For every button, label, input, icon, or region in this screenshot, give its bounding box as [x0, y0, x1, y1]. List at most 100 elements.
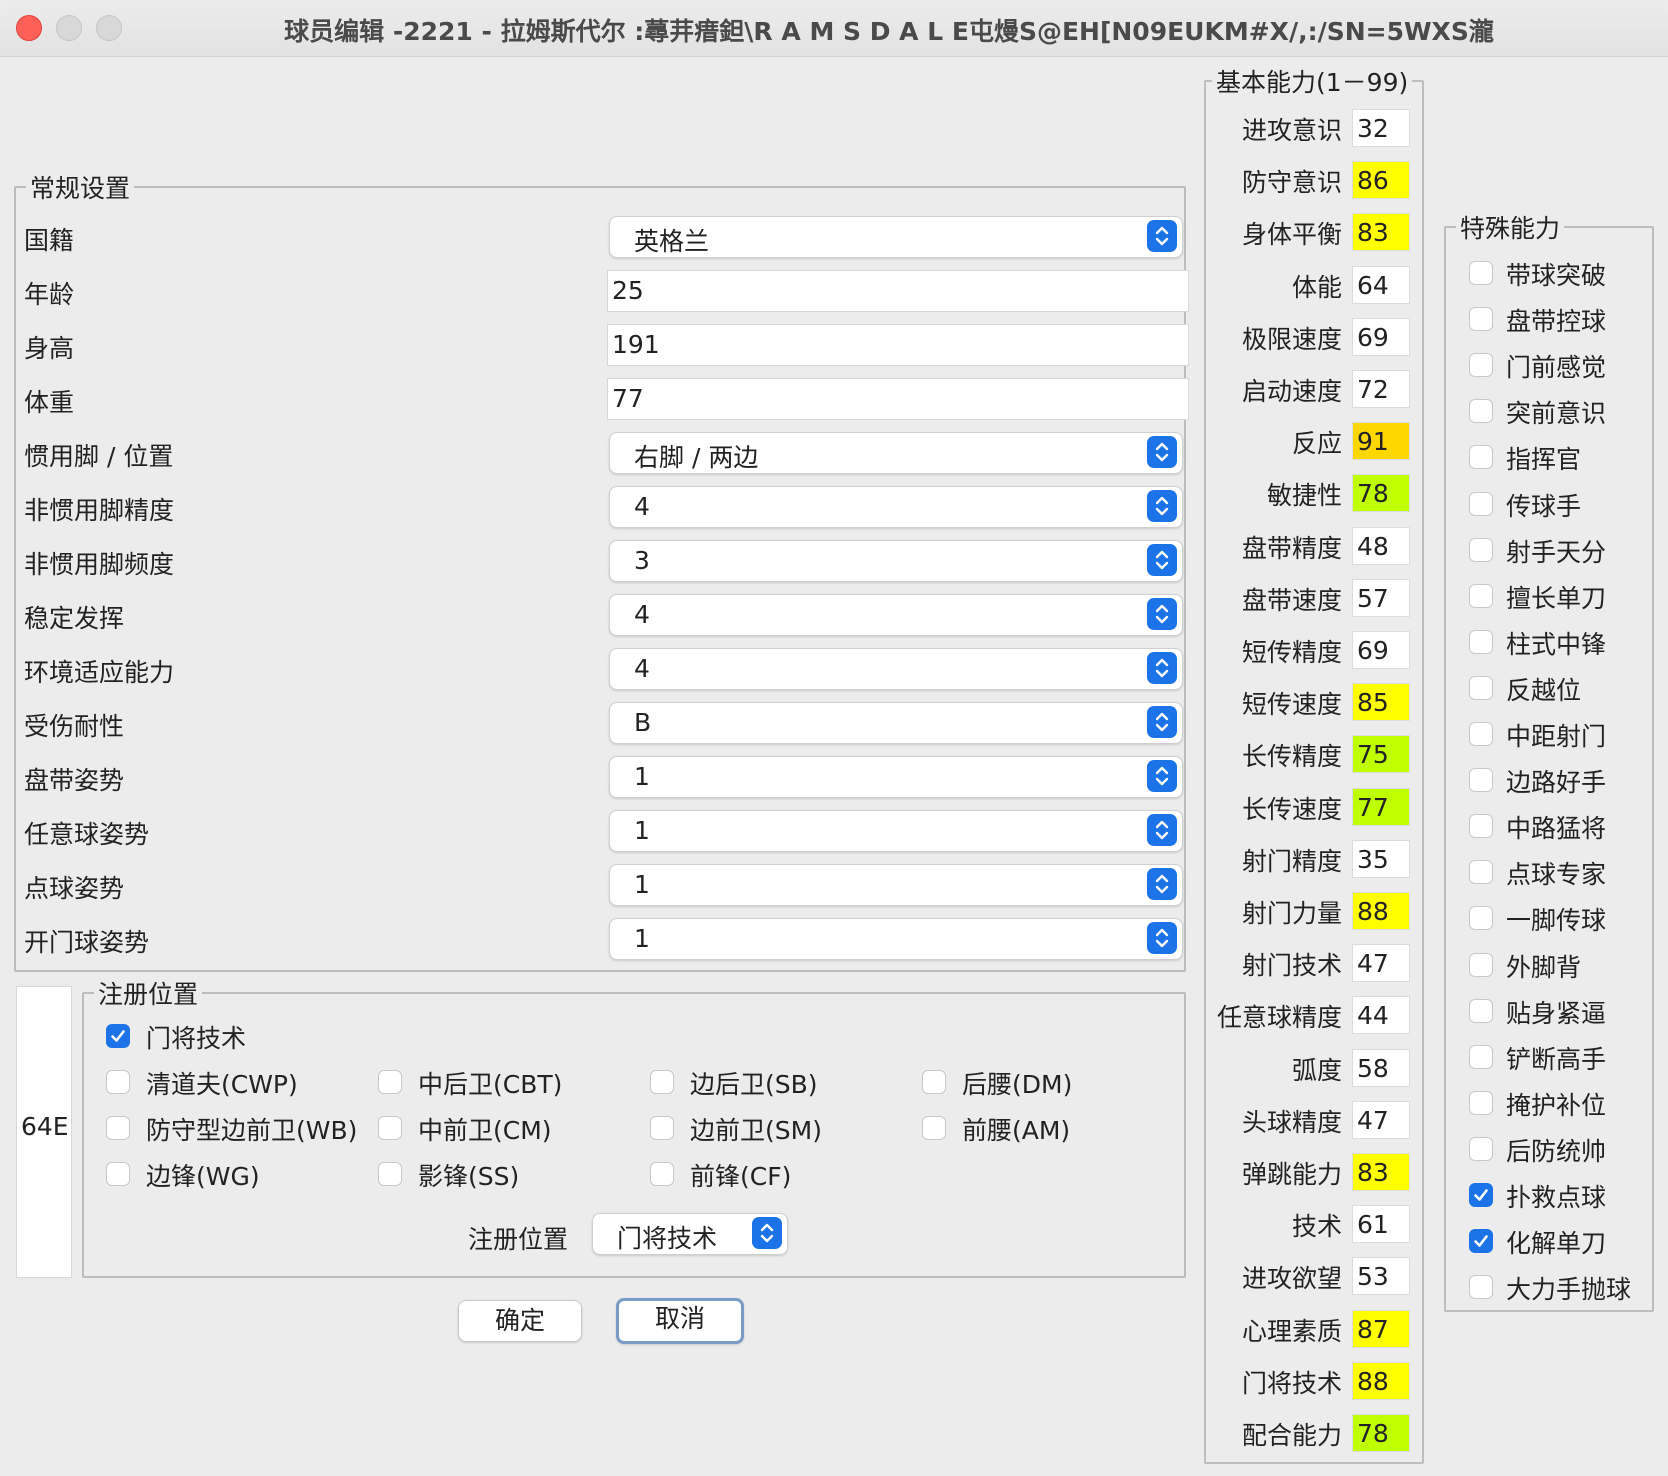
ability-value-field[interactable]: 35	[1352, 839, 1410, 878]
position-checkbox[interactable]	[106, 1162, 130, 1186]
ability-value-field[interactable]: 48	[1352, 526, 1410, 565]
ability-value-field[interactable]: 86	[1352, 161, 1410, 200]
special-ability-checkbox[interactable]	[1469, 860, 1493, 885]
ability-value-field[interactable]: 88	[1352, 892, 1410, 930]
setting-select-value: 1	[634, 870, 650, 899]
position-checkbox-label: 防守型边前卫(WB)	[146, 1116, 358, 1145]
ability-value-field[interactable]: 64	[1352, 265, 1410, 304]
ability-value-field[interactable]: 32	[1352, 109, 1410, 147]
ability-value-field[interactable]: 83	[1352, 213, 1410, 252]
setting-select-value: 4	[634, 600, 650, 629]
ability-value-field[interactable]: 88	[1352, 1361, 1410, 1400]
special-ability-checkbox[interactable]	[1469, 445, 1493, 470]
setting-select[interactable]: 右脚 / 两边	[609, 432, 1183, 474]
setting-text-field[interactable]: 191	[607, 324, 1189, 366]
special-ability-checkbox[interactable]	[1469, 675, 1493, 700]
ability-value: 57	[1357, 583, 1389, 613]
chevron-updown-icon	[752, 1217, 782, 1249]
close-window-button[interactable]	[16, 15, 42, 41]
special-ability-checkbox[interactable]	[1469, 629, 1493, 654]
ability-value-field[interactable]: 78	[1352, 1414, 1410, 1452]
special-ability-checkbox[interactable]	[1469, 952, 1493, 977]
special-ability-label: 门前感觉	[1506, 353, 1607, 383]
position-checkbox[interactable]	[650, 1116, 674, 1140]
ability-value-field[interactable]: 47	[1352, 944, 1410, 983]
special-ability-checkbox[interactable]	[1469, 261, 1493, 285]
ability-value-field[interactable]: 53	[1352, 1257, 1410, 1296]
setting-select[interactable]: B	[609, 702, 1183, 744]
setting-label: 非惯用脚频度	[24, 550, 175, 579]
setting-select[interactable]: 4	[609, 594, 1183, 636]
ability-value: 75	[1357, 740, 1389, 770]
ability-value-field[interactable]: 58	[1352, 1048, 1410, 1087]
ability-label: 长传速度	[1241, 794, 1342, 824]
setting-select[interactable]: 3	[609, 540, 1183, 582]
ability-value-field[interactable]: 77	[1352, 787, 1410, 826]
setting-select[interactable]: 1	[609, 756, 1183, 798]
ability-value: 69	[1357, 322, 1389, 352]
position-checkbox[interactable]	[650, 1162, 674, 1186]
special-ability-checkbox[interactable]	[1469, 399, 1493, 424]
position-checkbox[interactable]	[922, 1116, 946, 1140]
ability-value-field[interactable]: 69	[1352, 631, 1410, 669]
ability-value-field[interactable]: 75	[1352, 735, 1410, 774]
special-ability-checkbox[interactable]	[1469, 1136, 1493, 1161]
special-ability-checkbox[interactable]	[1469, 1275, 1493, 1300]
special-ability-checkbox[interactable]	[1469, 906, 1493, 931]
setting-select[interactable]: 1	[609, 864, 1183, 906]
setting-text-field[interactable]: 25	[607, 270, 1189, 312]
ability-label: 盘带速度	[1241, 585, 1342, 615]
ok-button[interactable]: 确定	[458, 1300, 582, 1342]
special-ability-label: 柱式中锋	[1506, 629, 1607, 659]
ability-value-field[interactable]: 83	[1352, 1153, 1410, 1191]
special-ability-checkbox[interactable]	[1469, 814, 1493, 839]
cancel-button[interactable]: 取消	[616, 1298, 744, 1344]
minimize-window-button[interactable]	[56, 15, 82, 41]
registered-position-select-value: 门将技术	[617, 1224, 718, 1253]
setting-select-value: 英格兰	[634, 227, 710, 256]
chevron-updown-icon	[1147, 706, 1177, 738]
special-ability-checkbox[interactable]	[1469, 491, 1493, 516]
position-checkbox[interactable]	[378, 1116, 402, 1140]
ability-value-field[interactable]: 85	[1352, 683, 1410, 722]
special-ability-checkbox[interactable]	[1469, 537, 1493, 562]
special-ability-checkbox[interactable]	[1469, 722, 1493, 746]
special-ability-checkbox[interactable]	[1469, 353, 1493, 378]
setting-select[interactable]: 4	[609, 486, 1183, 528]
special-ability-checkbox[interactable]	[1469, 768, 1493, 793]
special-ability-checkbox[interactable]	[1469, 307, 1493, 332]
special-ability-checkbox[interactable]	[1469, 1229, 1493, 1254]
setting-text-field[interactable]: 77	[607, 378, 1189, 420]
position-checkbox[interactable]	[378, 1070, 402, 1094]
position-checkbox[interactable]	[650, 1070, 674, 1094]
special-ability-checkbox[interactable]	[1469, 998, 1493, 1023]
ability-value-field[interactable]: 47	[1352, 1100, 1410, 1139]
setting-select[interactable]: 1	[609, 810, 1183, 852]
ability-value-field[interactable]: 69	[1352, 317, 1410, 356]
setting-select[interactable]: 1	[609, 918, 1183, 960]
special-ability-checkbox[interactable]	[1469, 1183, 1493, 1207]
ability-value-field[interactable]: 91	[1352, 422, 1410, 461]
setting-select[interactable]: 英格兰	[609, 216, 1183, 258]
maximize-window-button[interactable]	[96, 15, 122, 41]
special-ability-checkbox[interactable]	[1469, 1044, 1493, 1069]
ability-value-field[interactable]: 87	[1352, 1309, 1410, 1348]
ability-label: 头球精度	[1241, 1107, 1342, 1137]
registered-position-select[interactable]: 门将技术	[592, 1213, 788, 1255]
position-checkbox[interactable]	[106, 1070, 130, 1094]
position-checkbox[interactable]	[106, 1024, 130, 1048]
ability-value-field[interactable]: 78	[1352, 474, 1410, 513]
ability-value-field[interactable]: 61	[1352, 1205, 1410, 1244]
position-checkbox-label: 门将技术	[146, 1024, 247, 1053]
position-checkbox[interactable]	[922, 1070, 946, 1094]
setting-select[interactable]: 4	[609, 648, 1183, 690]
ability-value-field[interactable]: 72	[1352, 370, 1410, 408]
ability-value-field[interactable]: 57	[1352, 578, 1410, 617]
position-checkbox-label: 后腰(DM)	[962, 1070, 1073, 1099]
position-checkbox[interactable]	[106, 1116, 130, 1140]
ability-value: 91	[1357, 427, 1389, 457]
position-checkbox[interactable]	[378, 1162, 402, 1186]
special-ability-checkbox[interactable]	[1469, 1090, 1493, 1115]
special-ability-checkbox[interactable]	[1469, 583, 1493, 608]
ability-value-field[interactable]: 44	[1352, 996, 1410, 1035]
